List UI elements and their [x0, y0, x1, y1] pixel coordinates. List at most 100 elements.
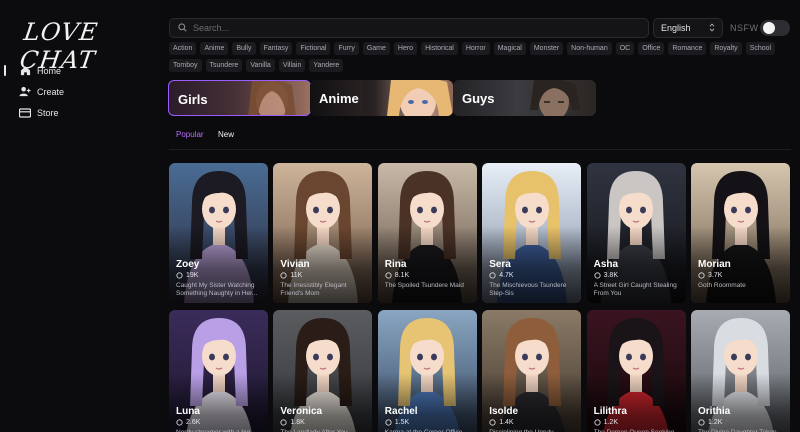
category-label: Anime — [319, 91, 359, 106]
category-anime[interactable]: Anime — [310, 80, 453, 116]
language-select[interactable]: English — [653, 18, 723, 38]
tab-new[interactable]: New — [218, 130, 234, 139]
card-likes-value: 3.8K — [603, 272, 618, 279]
character-card[interactable]: Vivian 11K The Irresistibly Elegant Friend… — [273, 163, 373, 303]
card-likes: 1.5K — [385, 419, 409, 426]
tag-chip[interactable]: Horror — [461, 42, 490, 55]
character-card[interactable]: Morian 3.7K Goth Roommate — [691, 163, 790, 303]
tag-chip[interactable]: Action — [169, 42, 197, 55]
category-girls[interactable]: Girls — [168, 80, 311, 116]
heart-icon — [594, 419, 601, 426]
card-name: Rina — [384, 259, 407, 270]
tag-chip[interactable]: Office — [638, 42, 665, 55]
card-name: Isolde — [489, 406, 519, 417]
sidebar-item-label: Store — [37, 107, 59, 118]
heart-icon — [489, 419, 496, 426]
character-card[interactable]: Isolde1.4KDisciplining the Unruly... — [482, 310, 582, 432]
card-description: A Street Girl Caught Stealing From You — [593, 282, 677, 297]
card-likes-value: 19K — [186, 272, 199, 279]
category-guys[interactable]: Guys — [453, 80, 596, 116]
card-likes-value: 1.8K — [290, 419, 305, 426]
character-card[interactable]: Sera 4.7K The Mischievous Tsundere Step-Si… — [482, 163, 582, 303]
card-likes: 11K — [280, 272, 302, 279]
card-name: Lilithra — [593, 406, 627, 417]
tag-chip[interactable]: Tsundere — [205, 59, 243, 72]
tab-popular[interactable]: Popular — [176, 130, 204, 139]
card-likes-value: 11K — [290, 272, 303, 279]
tag-chip[interactable]: Fictional — [296, 42, 331, 55]
tag-chip[interactable]: School — [745, 42, 776, 55]
character-card[interactable]: Rachel1.5KKarma at the Corner Office — [377, 310, 477, 432]
card-likes-value: 1.5K — [394, 419, 410, 426]
search-input[interactable] — [193, 23, 633, 33]
search-icon — [178, 19, 187, 37]
add-user-icon — [19, 86, 31, 98]
sidebar-item-label: Home — [37, 65, 62, 76]
heart-icon — [280, 272, 287, 279]
tag-chip[interactable]: Furry — [334, 42, 359, 55]
card-name: Vivian — [280, 259, 310, 270]
tag-chip[interactable]: OC — [615, 42, 635, 55]
card-likes-value: 2.6K — [186, 419, 201, 426]
card-likes: 1.2K — [698, 419, 722, 426]
sidebar: LOVE CHAT Home Create Store — [0, 0, 160, 432]
card-name: Asha — [593, 259, 619, 270]
card-likes-value: 4.7K — [499, 272, 514, 279]
search-bar[interactable] — [169, 18, 649, 38]
store-icon — [19, 107, 31, 119]
tag-chip[interactable]: Magical — [493, 42, 526, 55]
heart-icon — [385, 272, 392, 279]
character-card[interactable]: Asha 3.8K A Street Girl Caught Stealing Fr… — [586, 163, 686, 303]
card-likes: 3.7K — [698, 272, 722, 279]
character-card[interactable]: Luna2.6KNerdy streamer with a big secret… — [169, 310, 268, 432]
nsfw-toggle[interactable] — [760, 20, 790, 36]
tag-chip[interactable]: Yandere — [309, 59, 344, 72]
tag-chip[interactable]: Hero — [393, 42, 418, 55]
character-card[interactable]: Veronica1.8KThe Landlady After You... — [273, 310, 373, 432]
card-description: Caught My Sister Watching Something Naug… — [176, 282, 258, 297]
heart-icon — [698, 419, 705, 426]
character-card[interactable]: Orithia1.2KThe Divine Daughter Taken... — [691, 310, 790, 432]
character-card[interactable]: Lilithra1.2KThe Demon Queen Seeking... — [586, 310, 686, 432]
heart-icon — [280, 419, 287, 426]
card-description: The Mischievous Tsundere Step-Sis — [489, 282, 567, 297]
card-likes-value: 1.2K — [708, 419, 723, 426]
card-likes: 4.7K — [489, 272, 514, 279]
chevron-updown-icon — [709, 22, 715, 34]
tag-chip[interactable]: Bully — [232, 42, 256, 55]
card-name: Zoey — [176, 259, 200, 270]
character-card[interactable]: Rina 8.1K The Spoiled Tsundere Maid — [377, 163, 477, 303]
tag-chip[interactable]: Royalty — [710, 42, 742, 55]
card-likes: 19K — [176, 272, 198, 279]
card-likes-value: 1.4K — [499, 419, 514, 426]
heart-icon — [698, 272, 705, 279]
category-label: Guys — [462, 91, 495, 106]
tag-chip[interactable]: Monster — [529, 42, 564, 55]
tag-chip[interactable]: Fantasy — [259, 42, 293, 55]
home-icon — [19, 65, 31, 77]
character-card[interactable]: Zoey 19K Caught My Sister Watching Somethi… — [169, 163, 268, 303]
category-guys-image — [506, 80, 596, 116]
tag-chip[interactable]: Non-human — [567, 42, 612, 55]
tag-chip[interactable]: Romance — [668, 42, 707, 55]
sidebar-item-home[interactable]: Home — [0, 60, 160, 81]
tag-chip[interactable]: Villain — [278, 59, 306, 72]
tag-chip[interactable]: Vanilla — [246, 59, 275, 72]
sidebar-item-create[interactable]: Create — [0, 81, 160, 102]
tag-chip[interactable]: Tomboy — [169, 59, 202, 72]
heart-icon — [385, 419, 392, 426]
card-name: Morian — [698, 259, 731, 270]
card-likes: 1.4K — [489, 419, 514, 426]
tag-chip[interactable]: Anime — [200, 42, 229, 55]
sidebar-item-label: Create — [37, 86, 65, 97]
heart-icon — [176, 419, 183, 426]
card-likes-value: 1.2K — [603, 419, 618, 426]
tag-chip[interactable]: Historical — [421, 42, 458, 55]
heart-icon — [594, 272, 601, 279]
sidebar-item-store[interactable]: Store — [0, 102, 160, 123]
sidebar-nav: Home Create Store — [0, 60, 160, 123]
card-likes-value: 3.7K — [708, 272, 723, 279]
card-likes: 3.8K — [594, 272, 618, 279]
tag-chip[interactable]: Game — [362, 42, 390, 55]
heart-icon — [176, 272, 183, 279]
